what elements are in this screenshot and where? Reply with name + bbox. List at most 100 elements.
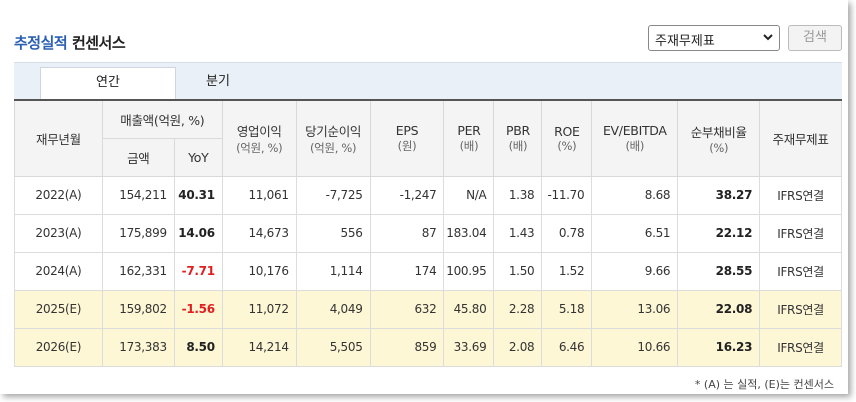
col-roe: ROE (%)	[541, 99, 593, 177]
cell-ev-ebitda: 13.06	[591, 289, 679, 329]
cell-period: 2026(E)	[14, 327, 103, 367]
cell-period: 2022(A)	[14, 175, 103, 215]
cell-per: 183.04	[443, 213, 495, 253]
col-sales-amount: 금액	[101, 137, 175, 177]
cell-pbr: 1.38	[493, 175, 543, 215]
cell-eps: 632	[369, 289, 445, 329]
cell-op-income: 11,061	[221, 175, 297, 215]
col-statement: 주재무제표	[759, 99, 842, 177]
cell-net-income: 556	[295, 213, 371, 253]
cell-yoy: -1.56	[173, 289, 223, 329]
table-row: 2022(A) 154,211 40.31 11,061 -7,725 -1,247 N/A…	[14, 175, 842, 215]
cell-op-income: 10,176	[221, 251, 297, 291]
cell-net-income: 1,114	[295, 251, 371, 291]
col-eps-unit: (원)	[397, 138, 417, 153]
col-net-income: 당기순이익 (억원, %)	[295, 99, 371, 177]
cell-net-income: -7,725	[295, 175, 371, 215]
panel-title: 추정실적 컨센서스	[14, 32, 126, 53]
cell-eps: 174	[369, 251, 445, 291]
cell-op-income: 14,214	[221, 327, 297, 367]
col-per-label: PER	[457, 122, 481, 138]
col-roe-label: ROE	[554, 123, 580, 139]
search-button[interactable]: 검색	[788, 25, 842, 51]
cell-yoy: -7.71	[173, 251, 223, 291]
table-row: 2026(E) 173,383 8.50 14,214 5,505 859 33.69 2.0…	[14, 327, 842, 367]
cell-sales: 162,331	[101, 251, 175, 291]
col-period: 재무년월	[14, 99, 103, 177]
consensus-table: 재무년월 매출액(억원, %) 영업이익 (억원, %) 당기순이익 (억원, …	[14, 99, 842, 367]
cell-yoy: 40.31	[173, 175, 223, 215]
col-sales-group: 매출액(억원, %)	[101, 99, 223, 139]
cell-statement: IFRS연결	[759, 175, 842, 215]
cell-eps: 87	[369, 213, 445, 253]
period-tabs: 연간 분기	[14, 62, 842, 99]
col-net-income-label: 당기순이익	[305, 123, 362, 139]
title-highlight: 추정실적	[14, 34, 68, 52]
cell-net-debt-ratio: 16.23	[677, 327, 761, 367]
col-roe-unit: (%)	[557, 138, 577, 153]
cell-statement: IFRS연결	[759, 251, 842, 291]
cell-sales: 173,383	[101, 327, 175, 367]
col-ev-ebitda: EV/EBITDA (배)	[591, 99, 679, 177]
col-op-income-unit: (억원, %)	[236, 140, 283, 155]
statement-select[interactable]: 주재무제표	[648, 25, 780, 51]
chevron-down-icon	[763, 34, 773, 41]
cell-yoy: 8.50	[173, 327, 223, 367]
col-net-debt-ratio-unit: (%)	[709, 140, 729, 155]
cell-per: 45.80	[443, 289, 495, 329]
cell-roe: 5.18	[541, 289, 593, 329]
table-row: 2023(A) 175,899 14.06 14,673 556 87 183.04 1.43…	[14, 213, 842, 253]
cell-per: 33.69	[443, 327, 495, 367]
col-eps: EPS (원)	[369, 99, 445, 177]
title-rest: 컨센서스	[71, 34, 126, 52]
col-per-unit: (배)	[459, 138, 479, 153]
cell-pbr: 2.28	[493, 289, 543, 329]
cell-ev-ebitda: 6.51	[591, 213, 679, 253]
tab-quarterly[interactable]: 분기	[150, 67, 286, 99]
cell-per: 100.95	[443, 251, 495, 291]
cell-op-income: 14,673	[221, 213, 297, 253]
col-op-income-label: 영업이익	[236, 123, 282, 139]
cell-sales: 159,802	[101, 289, 175, 329]
cell-roe: 6.46	[541, 327, 593, 367]
footnote: * (A) 는 실적, (E)는 컨센서스	[694, 378, 834, 391]
cell-pbr: 1.43	[493, 213, 543, 253]
cell-statement: IFRS연결	[759, 289, 842, 329]
cell-ev-ebitda: 10.66	[591, 327, 679, 367]
col-per: PER (배)	[443, 99, 495, 177]
cell-period: 2025(E)	[14, 289, 103, 329]
table-row: 2024(A) 162,331 -7.71 10,176 1,114 174 100.95 1…	[14, 251, 842, 291]
cell-eps: -1,247	[369, 175, 445, 215]
col-ev-ebitda-unit: (배)	[625, 138, 645, 153]
cell-period: 2024(A)	[14, 251, 103, 291]
cell-period: 2023(A)	[14, 213, 103, 253]
cell-statement: IFRS연결	[759, 213, 842, 253]
col-net-debt-ratio-label: 순부채비율	[690, 124, 747, 140]
cell-net-income: 4,049	[295, 289, 371, 329]
col-eps-label: EPS	[395, 122, 419, 138]
cell-roe: 1.52	[541, 251, 593, 291]
col-ev-ebitda-label: EV/EBITDA	[602, 122, 667, 138]
cell-ev-ebitda: 8.68	[591, 175, 679, 215]
cell-net-debt-ratio: 38.27	[677, 175, 761, 215]
col-pbr-label: PBR	[505, 122, 530, 138]
cell-net-debt-ratio: 22.08	[677, 289, 761, 329]
cell-net-debt-ratio: 28.55	[677, 251, 761, 291]
cell-pbr: 1.50	[493, 251, 543, 291]
col-op-income: 영업이익 (억원, %)	[221, 99, 297, 177]
cell-net-debt-ratio: 22.12	[677, 213, 761, 253]
col-sales-yoy: YoY	[173, 137, 223, 177]
col-net-debt-ratio: 순부채비율 (%)	[677, 99, 761, 177]
cell-roe: -11.70	[541, 175, 593, 215]
cell-pbr: 2.08	[493, 327, 543, 367]
cell-ev-ebitda: 9.66	[591, 251, 679, 291]
cell-eps: 859	[369, 327, 445, 367]
cell-statement: IFRS연결	[759, 327, 842, 367]
cell-per: N/A	[443, 175, 495, 215]
statement-select-value: 주재무제표	[655, 34, 715, 49]
cell-op-income: 11,072	[221, 289, 297, 329]
col-pbr-unit: (배)	[508, 138, 528, 153]
col-net-income-unit: (억원, %)	[309, 140, 357, 155]
cell-yoy: 14.06	[173, 213, 223, 253]
cell-sales: 154,211	[101, 175, 175, 215]
